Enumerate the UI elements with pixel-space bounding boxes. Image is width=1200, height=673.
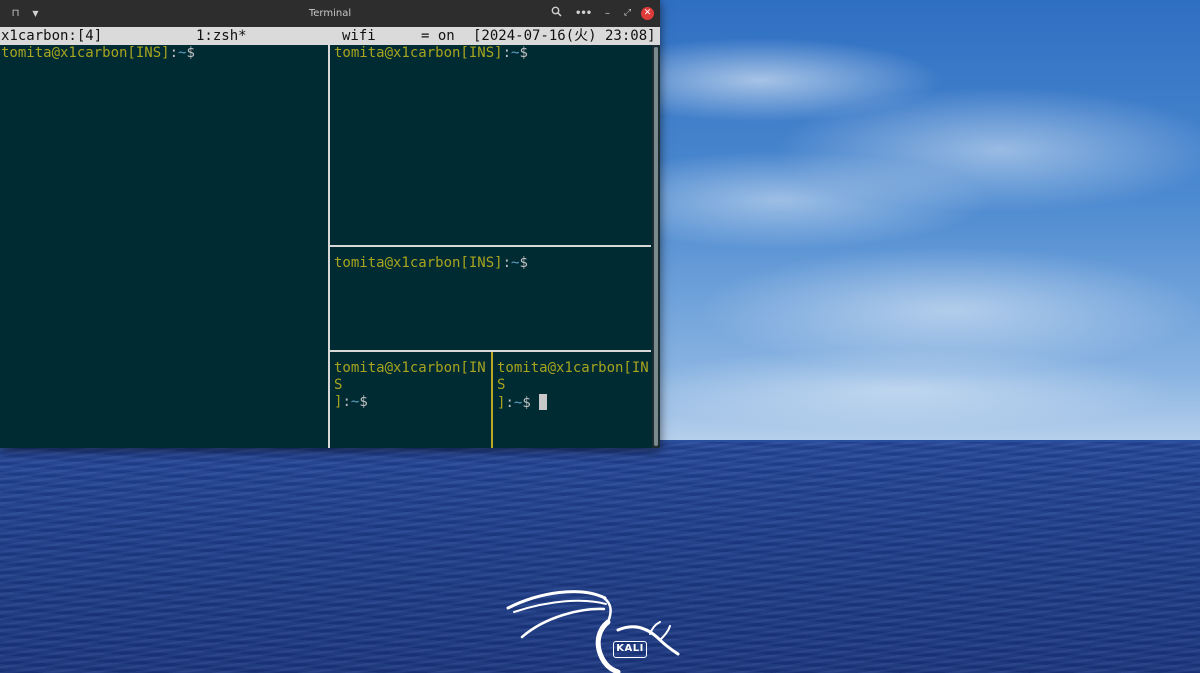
maximize-icon[interactable]: ⤢ [620,6,635,21]
status-window-tab[interactable]: 1:zsh* [196,27,247,45]
terminal-pane-top-right[interactable]: tomita@x1carbon[INS]:~$ [334,45,651,243]
desktop: KALI Terminal ⊓ ▼ ••• – ⤢ ✕ x1carbon:[4]… [0,0,1200,673]
prompt-user: tomita@x1carbon[INS] [334,45,503,61]
prompt-user: tomita@x1carbon[INS] [1,45,170,61]
terminal-tab-icon[interactable]: ⊓ [8,6,23,21]
terminal-scrollbar[interactable] [652,45,660,448]
terminal-pane-left[interactable]: tomita@x1carbon[INS]:~$ [1,45,327,448]
tmux-status-bar: x1carbon:[4] 1:zsh* wifi = on [2024-07-1… [0,27,660,45]
search-icon[interactable] [549,6,564,21]
pane-divider-horizontal-top[interactable] [330,245,651,247]
terminal-pane-bottom-left[interactable]: tomita@x1carbon[INS]:~$ [334,360,489,448]
prompt-user: tomita@x1carbon[INS [334,360,486,393]
prompt-sign: $ [186,45,195,61]
prompt-user: tomita@x1carbon[INS] [334,255,503,271]
scrollbar-thumb[interactable] [654,47,658,446]
prompt-sign: $ [522,395,531,411]
status-wifi-label: wifi [342,28,376,44]
pane-divider-active[interactable] [491,352,493,448]
prompt-sign: $ [359,394,368,410]
kali-dragon-logo [506,590,680,673]
terminal-pane-bottom-right-active[interactable]: tomita@x1carbon[INS]:~$ [497,360,651,448]
status-wifi-state: = on [421,28,455,44]
close-icon[interactable]: ✕ [641,7,654,20]
status-session: x1carbon:[4] [1,28,103,44]
prompt-sign: $ [519,45,528,61]
prompt-separator: : [505,395,514,411]
window-titlebar[interactable]: Terminal ⊓ ▼ ••• – ⤢ ✕ [0,0,660,27]
more-horizontal-icon[interactable]: ••• [575,6,592,21]
terminal-pane-middle-right[interactable]: tomita@x1carbon[INS]:~$ [334,255,651,348]
chevron-down-icon[interactable]: ▼ [28,6,43,21]
prompt-sign: $ [519,255,528,271]
prompt-separator: : [169,45,179,61]
terminal-window[interactable]: Terminal ⊓ ▼ ••• – ⤢ ✕ x1carbon:[4] 1:zs… [0,0,660,448]
prompt-user: tomita@x1carbon[INS [497,360,649,393]
text-cursor [539,394,548,410]
minimize-icon[interactable]: – [600,6,615,21]
status-datetime: [2024-07-16(火) 23:08] [473,28,656,44]
prompt-separator: : [502,255,512,271]
prompt-separator: : [342,394,351,410]
kali-badge: KALI [613,641,647,658]
prompt-separator: : [502,45,512,61]
